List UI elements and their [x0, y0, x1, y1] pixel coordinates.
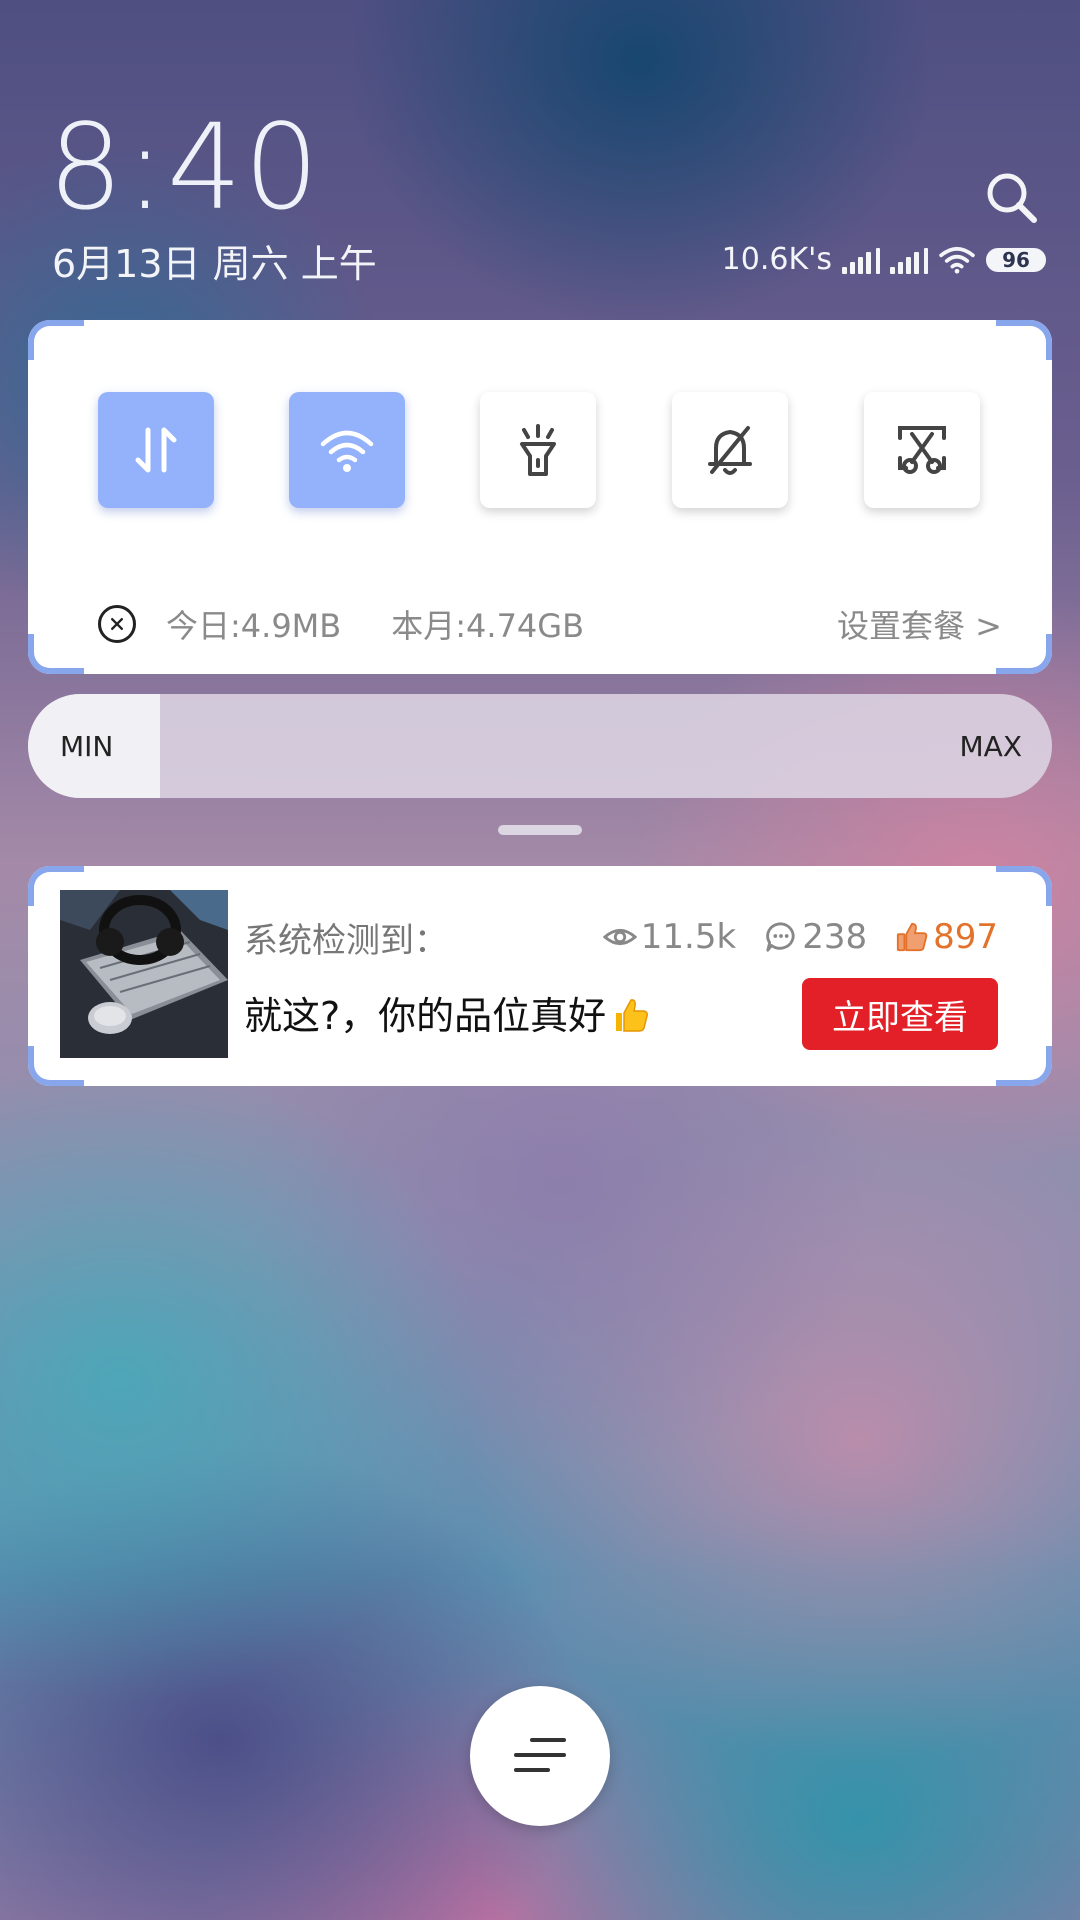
thumbs-up-icon	[896, 922, 928, 952]
wifi-icon	[939, 246, 975, 274]
comments-stat: 238	[764, 920, 867, 954]
flashlight-icon	[520, 424, 556, 476]
wifi-icon	[320, 430, 374, 472]
data-arrows-icon	[135, 427, 177, 473]
notification-message: 就这?，你的品位真好	[244, 994, 607, 1038]
views-count: 11.5k	[640, 917, 737, 957]
likes-count: 897	[933, 917, 998, 957]
set-plan-link[interactable]: 设置套餐 >	[837, 601, 1002, 647]
toggle-mute[interactable]	[672, 392, 788, 508]
close-icon	[111, 618, 123, 630]
keyboard-headset-image	[60, 890, 228, 1058]
bell-off-icon	[708, 426, 752, 475]
status-bar: 10.6K's 96	[722, 245, 1046, 275]
card-corner	[996, 634, 1052, 674]
brightness-min-label: MIN	[60, 729, 114, 763]
toggle-screenshot[interactable]	[864, 392, 980, 508]
battery-icon: 96	[986, 248, 1046, 272]
manage-notifications-button[interactable]	[470, 1686, 610, 1826]
usage-today: 今日:4.9MB	[166, 607, 342, 645]
card-corner	[996, 320, 1052, 360]
net-speed: 10.6K's	[721, 242, 832, 277]
card-corner	[996, 1046, 1052, 1086]
comments-count: 238	[802, 917, 868, 957]
search-button[interactable]	[982, 168, 1042, 228]
panel-drag-handle[interactable]	[498, 825, 582, 835]
signal-icon	[890, 246, 928, 274]
card-corner	[28, 634, 84, 674]
brightness-max-label: MAX	[959, 729, 1023, 763]
clock-time: 8:40	[48, 98, 321, 236]
thumbs-up-emoji-icon	[616, 999, 649, 1032]
notification-card[interactable]: 系统检测到： 11.5k 238 897 就这?，你的品位真好 立即查看	[28, 866, 1052, 1086]
view-now-button[interactable]: 立即查看	[802, 978, 998, 1050]
notification-title: 系统检测到：	[244, 921, 448, 961]
search-icon	[987, 173, 1037, 223]
toggle-mobile-data[interactable]	[98, 392, 214, 508]
card-corner	[996, 866, 1052, 906]
date-label: 6月13日 周六 上午	[52, 242, 377, 286]
notification-image	[60, 890, 228, 1058]
toggle-flashlight[interactable]	[480, 392, 596, 508]
signal-icon	[842, 246, 880, 274]
toggle-wifi[interactable]	[289, 392, 405, 508]
menu-lines-icon	[514, 1738, 566, 1772]
notification-body: 就这?，你的品位真好	[244, 994, 650, 1040]
views-stat: 11.5k	[602, 917, 737, 957]
likes-stat: 897	[895, 920, 998, 954]
card-corner	[28, 320, 84, 360]
quick-settings-panel: 今日:4.9MB 本月:4.74GB 设置套餐 >	[28, 320, 1052, 674]
eye-icon	[602, 928, 637, 946]
brightness-slider[interactable]: MIN MAX	[28, 694, 1052, 798]
notification-stats: 11.5k 238 897	[602, 917, 998, 957]
usage-month: 本月:4.74GB	[391, 607, 585, 645]
data-usage-row: 今日:4.9MB 本月:4.74GB 设置套餐 >	[98, 598, 1002, 650]
screenshot-scissors-icon	[898, 426, 946, 474]
comment-icon	[766, 922, 795, 952]
close-usage-button[interactable]	[98, 605, 136, 643]
